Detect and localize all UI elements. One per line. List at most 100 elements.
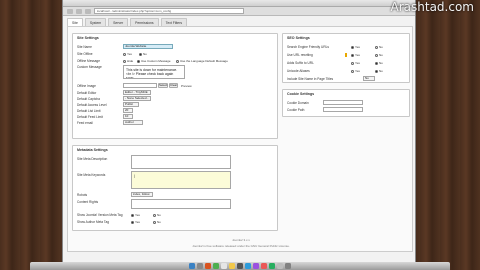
radio-selected-icon — [131, 213, 134, 217]
trash-icon[interactable] — [285, 263, 291, 269]
site-offline-yes[interactable]: Yes — [123, 52, 132, 56]
back-icon[interactable] — [67, 8, 73, 14]
feed-email-label: Feed email — [77, 121, 93, 125]
radio-icon — [351, 69, 354, 73]
browser-toolbar: localhost/.../administrator/index.php?op… — [63, 7, 415, 16]
rewrite-no[interactable]: No — [375, 53, 383, 57]
sef-no[interactable]: No — [375, 45, 383, 49]
dock — [30, 262, 450, 270]
suffix-label: Adds Suffix to URL — [287, 61, 314, 65]
suffix-yes[interactable]: Yes — [351, 61, 360, 65]
footer-copyright: Joomla! is free software released under … — [192, 244, 290, 248]
radio-selected-icon — [139, 52, 142, 56]
radio-selected-icon — [351, 45, 354, 49]
offline-image-label: Offline Image — [77, 84, 96, 88]
include-name-select[interactable]: No — [363, 76, 375, 81]
meta-keywords-label: Site Meta Keywords — [77, 173, 106, 177]
site-name-input[interactable]: Joomla Website — [123, 44, 173, 49]
footer-version: Joomla! 3.x.x — [232, 238, 250, 242]
site-offline-no[interactable]: No — [139, 52, 147, 56]
cookie-settings-panel: Cookie Settings Cookie Domain Cookie Pat… — [282, 89, 410, 117]
meta-keywords-textarea[interactable]: | — [131, 171, 231, 189]
radio-icon — [375, 53, 378, 57]
radio-selected-icon — [375, 61, 378, 65]
cookie-domain-label: Cookie Domain — [287, 101, 309, 105]
browser-window: localhost/.../administrator/index.php?op… — [62, 0, 416, 262]
content-rights-textarea[interactable] — [131, 199, 231, 209]
radio-icon — [123, 52, 126, 56]
radio-icon — [123, 59, 126, 63]
site-settings-legend: Site Settings — [77, 36, 99, 40]
sef-yes[interactable]: Yes — [351, 45, 360, 49]
offline-image-input[interactable] — [123, 83, 157, 88]
notes-icon[interactable] — [229, 263, 235, 269]
default-feed-label: Default Feed Limit — [77, 115, 103, 119]
cookie-domain-input[interactable] — [323, 100, 363, 105]
default-captcha-select[interactable]: - None Selected - — [123, 96, 151, 101]
show-version-yes[interactable]: Yes — [131, 213, 140, 217]
address-bar[interactable]: localhost/.../administrator/index.php?op… — [94, 8, 244, 14]
default-access-select[interactable]: Public — [123, 102, 139, 107]
sef-label: Search Engine Friendly URLs — [287, 45, 329, 49]
site-offline-label: Site Offline — [77, 52, 93, 56]
calendar-icon[interactable] — [261, 263, 267, 269]
watermark-logo: Arashtad.com — [390, 0, 474, 14]
default-editor-select[interactable]: Editor - TinyMCE — [123, 90, 151, 95]
unicode-no[interactable]: No — [375, 69, 383, 73]
config-content: Site Settings Site Name Joomla Website S… — [67, 26, 413, 252]
facetime-icon[interactable] — [269, 263, 275, 269]
chrome-icon[interactable] — [213, 263, 219, 269]
mail-icon[interactable] — [221, 263, 227, 269]
clear-image-button[interactable]: Clear — [169, 83, 178, 88]
content-rights-label: Content Rights — [77, 200, 99, 204]
cookie-path-label: Cookie Path — [287, 108, 305, 112]
default-access-label: Default Access Level — [77, 103, 107, 107]
cookie-settings-legend: Cookie Settings — [287, 92, 315, 96]
offline-message-custom[interactable]: Use Custom Message — [137, 59, 171, 63]
custom-message-textarea[interactable]: This site is down for maintenance.<br />… — [123, 65, 185, 79]
show-version-label: Show Joomla! Version Meta Tag — [77, 213, 123, 217]
site-settings-panel: Site Settings Site Name Joomla Website S… — [72, 33, 278, 139]
offline-message-hide[interactable]: Hide — [123, 59, 133, 63]
terminal-icon[interactable] — [237, 263, 243, 269]
unicode-label: Unicode Aliases — [287, 69, 310, 73]
offline-message-language[interactable]: Use the Language Default Message — [176, 59, 228, 63]
feed-email-select[interactable]: Author Email — [123, 120, 143, 125]
radio-icon — [176, 59, 179, 63]
radio-selected-icon — [375, 69, 378, 73]
seo-settings-panel: SEO Settings Search Engine Friendly URLs… — [282, 33, 410, 83]
default-editor-label: Default Editor — [77, 91, 97, 95]
meta-description-textarea[interactable] — [131, 155, 231, 169]
show-author-label: Show Author Meta Tag — [77, 220, 110, 224]
robots-label: Robots — [77, 193, 88, 197]
radio-icon — [153, 213, 156, 217]
default-feed-select[interactable]: 10 — [123, 114, 133, 119]
rewrite-label: Use URL rewriting — [287, 53, 313, 57]
custom-message-label: Custom Message — [77, 65, 102, 69]
appstore-icon[interactable] — [245, 263, 251, 269]
seo-settings-legend: SEO Settings — [287, 36, 310, 40]
preferences-icon[interactable] — [277, 263, 283, 269]
itunes-icon[interactable] — [253, 263, 259, 269]
select-image-button[interactable]: Select — [158, 83, 168, 88]
suffix-no[interactable]: No — [375, 61, 383, 65]
default-list-select[interactable]: 20 — [123, 108, 133, 113]
launchpad-icon[interactable] — [197, 263, 203, 269]
preview-label: Preview — [181, 84, 192, 88]
firefox-icon[interactable] — [205, 263, 211, 269]
unicode-yes[interactable]: Yes — [351, 69, 360, 73]
forward-icon[interactable] — [76, 8, 82, 14]
default-captcha-label: Default Captcha — [77, 97, 100, 101]
show-version-no[interactable]: No — [153, 213, 161, 217]
meta-description-label: Site Meta Description — [77, 157, 108, 161]
show-author-no[interactable]: No — [153, 220, 161, 224]
radio-selected-icon — [131, 220, 134, 224]
finder-icon[interactable] — [189, 263, 195, 269]
robots-select[interactable]: index, follow — [131, 192, 153, 197]
radio-icon — [351, 61, 354, 65]
rewrite-yes[interactable]: Yes — [351, 53, 360, 57]
radio-selected-icon — [137, 59, 140, 63]
cookie-path-input[interactable] — [323, 107, 363, 112]
show-author-yes[interactable]: Yes — [131, 220, 140, 224]
reload-icon[interactable] — [85, 8, 91, 14]
